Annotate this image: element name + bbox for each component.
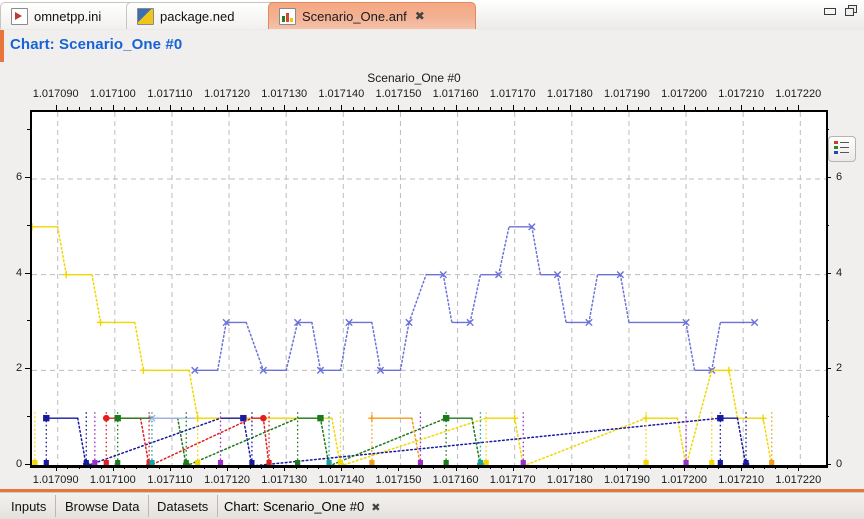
anf-chart-window: omnetpp.ini package.ned Scenario_One.anf…: [0, 0, 864, 518]
y-tick-label-left: 2: [16, 362, 22, 374]
x-tick-label-bottom: 1.017120: [204, 474, 250, 486]
view-tab-datasets[interactable]: Datasets: [148, 495, 218, 517]
x-tick-label-bottom: 1.017110: [147, 474, 192, 486]
view-tab-label: Chart: Scenario_One #0: [224, 499, 364, 514]
series-vector-blue-queue: [192, 224, 758, 374]
chart-header: Chart: Scenario_One #0: [0, 30, 864, 62]
view-tab-label: Datasets: [157, 499, 208, 514]
view-tab-bar: Inputs Browse Data Datasets Chart: Scena…: [0, 492, 864, 519]
x-tick-label-top: 1.017140: [318, 88, 364, 100]
view-tab-browse-data[interactable]: Browse Data: [56, 495, 149, 517]
series-vector-orange-queue: [368, 415, 424, 466]
y-tick-label-left: 4: [16, 267, 22, 279]
editor-tab-label: omnetpp.ini: [34, 9, 101, 24]
series-vector-yellow-queue: [32, 223, 772, 466]
page-title: Chart: Scenario_One #0: [10, 36, 182, 53]
legend-list-icon: [834, 141, 850, 155]
series-vector-green-queue: [114, 415, 483, 466]
x-tick-label-top: 1.017120: [204, 88, 250, 100]
toggle-legend-button[interactable]: [828, 136, 856, 162]
view-tab-chart-scenario-one[interactable]: Chart: Scenario_One #0: [215, 495, 389, 517]
x-tick-label-top: 1.017150: [375, 88, 421, 100]
minimize-icon[interactable]: [823, 5, 836, 16]
y-tick-label-left: 0: [16, 458, 22, 470]
view-tab-label: Inputs: [11, 499, 46, 514]
x-axis-top-labels: 1.017090 1.017100 1.017110 1.017120 1.017130…: [0, 88, 864, 102]
editor-tab-label: Scenario_One.anf: [302, 9, 407, 24]
x-tick-label-top: 1.017160: [433, 88, 479, 100]
y-tick-label-right: 4: [836, 267, 842, 279]
chart-plot-panel: Scenario_One #0 1.017090 1.017100 1.017110…: [0, 62, 864, 492]
y-tick-label-right: 2: [836, 362, 842, 374]
x-tick-label-top: 1.017090: [33, 88, 79, 100]
window-controls: [823, 5, 858, 16]
x-tick-label-bottom: 1.017100: [90, 474, 136, 486]
x-tick-label-top: 1.017180: [547, 88, 593, 100]
x-tick-label-top: 1.017110: [147, 88, 192, 100]
y-tick-label-left: 6: [16, 171, 22, 183]
x-tick-label-top: 1.017220: [775, 88, 821, 100]
ini-file-icon: [11, 8, 28, 25]
editor-tab-label: package.ned: [160, 9, 234, 24]
editor-tab-scenario-one-anf[interactable]: Scenario_One.anf: [268, 2, 476, 29]
x-tick-label-bottom: 1.017140: [318, 474, 364, 486]
x-tick-label-bottom: 1.017200: [661, 474, 707, 486]
plot-canvas: [32, 112, 826, 466]
series-vector-navy-queue: [43, 415, 749, 466]
x-tick-label-bottom: 1.017090: [33, 474, 79, 486]
x-tick-label-bottom: 1.017130: [261, 474, 307, 486]
x-tick-label-bottom: 1.017150: [375, 474, 421, 486]
chart-title: Scenario_One #0: [0, 71, 828, 85]
close-icon[interactable]: [415, 9, 425, 23]
close-icon[interactable]: [371, 499, 380, 514]
y-tick-label-right: 0: [836, 458, 842, 470]
restore-icon[interactable]: [845, 5, 858, 16]
x-tick-label-bottom: 1.017180: [547, 474, 593, 486]
x-tick-label-top: 1.017130: [261, 88, 307, 100]
editor-tab-package-ned[interactable]: package.ned: [126, 2, 288, 29]
ned-file-icon: [137, 8, 154, 25]
editor-tab-bar: omnetpp.ini package.ned Scenario_One.anf: [0, 0, 864, 31]
x-tick-label-top: 1.017170: [490, 88, 536, 100]
view-tab-inputs[interactable]: Inputs: [2, 495, 56, 517]
view-tab-label: Browse Data: [65, 499, 139, 514]
x-tick-label-top: 1.017190: [604, 88, 650, 100]
x-tick-label-bottom: 1.017220: [775, 474, 821, 486]
editor-tab-omnetpp-ini[interactable]: omnetpp.ini: [0, 2, 144, 29]
x-tick-label-top: 1.017210: [718, 88, 764, 100]
x-tick-label-bottom: 1.017190: [604, 474, 650, 486]
anf-file-icon: [279, 8, 296, 25]
x-tick-label-bottom: 1.017210: [718, 474, 764, 486]
y-tick-label-right: 6: [836, 171, 842, 183]
x-tick-label-top: 1.017100: [90, 88, 136, 100]
x-tick-label-top: 1.017200: [661, 88, 707, 100]
x-tick-label-bottom: 1.017170: [490, 474, 536, 486]
x-tick-label-bottom: 1.017160: [433, 474, 479, 486]
plot-area[interactable]: [30, 110, 828, 468]
x-axis-bottom-labels: 1.017090 1.017100 1.017110 1.017120 1.017130…: [0, 474, 864, 488]
